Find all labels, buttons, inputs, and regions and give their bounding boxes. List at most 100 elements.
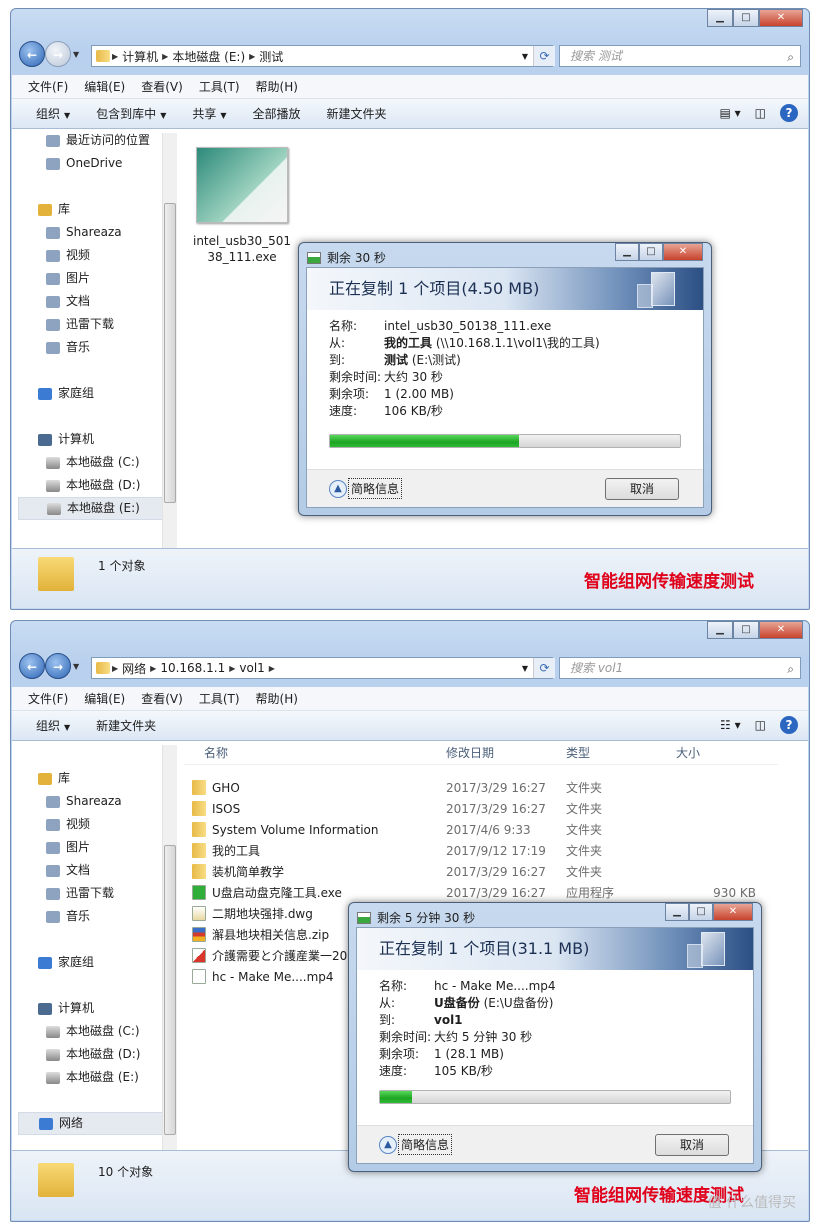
sidebar-item[interactable]: 计算机 — [18, 997, 164, 1020]
menu-item[interactable]: 工具(T) — [199, 78, 240, 95]
sidebar-item[interactable]: 本地磁盘 (D:) — [18, 474, 164, 497]
menu-item[interactable]: 编辑(E) — [84, 690, 125, 707]
toolbar-button[interactable]: 共享 ▼ — [192, 105, 226, 122]
maximize-button[interactable]: □ — [733, 621, 759, 639]
close-button[interactable]: ✕ — [713, 903, 753, 921]
sidebar-item[interactable]: 本地磁盘 (C:) — [18, 1020, 164, 1043]
toolbar-button[interactable]: 包含到库中 ▼ — [96, 105, 166, 122]
menu-item[interactable]: 文件(F) — [28, 78, 68, 95]
minimize-button[interactable]: ▁ — [665, 903, 689, 921]
column-header[interactable]: 修改日期 — [446, 744, 566, 761]
file-row[interactable]: GHO 2017/3/29 16:27 文件夹 — [192, 777, 772, 798]
column-header[interactable]: 类型 — [566, 744, 676, 761]
address-dropdown-icon[interactable]: ▼ — [522, 664, 528, 673]
close-button[interactable]: ✕ — [663, 243, 703, 261]
minimize-button[interactable]: ▁ — [707, 621, 733, 639]
search-input[interactable]: 搜索 vol1 ⌕ — [559, 657, 801, 679]
breadcrumb[interactable]: vol1 — [239, 661, 264, 675]
view-options-icon[interactable]: ☷ ▾ — [720, 718, 741, 732]
less-info-button[interactable]: ▲ 简略信息 — [379, 1134, 453, 1155]
sidebar-item[interactable]: 视频 — [18, 813, 164, 836]
sidebar-item[interactable]: 音乐 — [18, 905, 164, 928]
column-header[interactable]: 名称 — [184, 744, 446, 761]
close-button[interactable]: ✕ — [759, 621, 803, 639]
sidebar-item[interactable]: 图片 — [18, 267, 164, 290]
minimize-button[interactable]: ▁ — [615, 243, 639, 261]
sidebar-item[interactable]: 文档 — [18, 859, 164, 882]
column-header[interactable]: 大小 — [676, 744, 756, 761]
breadcrumb[interactable]: 10.168.1.1 — [160, 661, 225, 675]
menu-item[interactable]: 查看(V) — [141, 690, 183, 707]
source-name[interactable]: 我的工具 — [384, 336, 432, 350]
toolbar-button[interactable]: 组织 ▼ — [36, 105, 70, 122]
refresh-button[interactable]: ⟳ — [533, 658, 555, 678]
sidebar-item[interactable]: OneDrive — [18, 152, 164, 175]
forward-button[interactable]: → — [45, 653, 71, 679]
cancel-button[interactable]: 取消 — [605, 478, 679, 500]
help-icon[interactable]: ? — [780, 716, 798, 734]
sidebar-item[interactable]: 家庭组 — [18, 951, 164, 974]
view-options-icon[interactable]: ▤ ▾ — [719, 106, 740, 120]
sidebar-item[interactable]: 计算机 — [18, 428, 164, 451]
sidebar-item[interactable]: 视频 — [18, 244, 164, 267]
menu-item[interactable]: 编辑(E) — [84, 78, 125, 95]
toolbar-button[interactable]: 组织 ▼ — [36, 717, 70, 734]
sidebar-item[interactable]: 本地磁盘 (E:) — [18, 497, 164, 520]
breadcrumb[interactable]: 计算机 — [122, 48, 158, 65]
source-name[interactable]: U盘备份 — [434, 996, 480, 1010]
menu-item[interactable]: 文件(F) — [28, 690, 68, 707]
minimize-button[interactable]: ▁ — [707, 9, 733, 27]
address-dropdown-icon[interactable]: ▼ — [522, 52, 528, 61]
preview-pane-icon[interactable]: ◫ — [755, 106, 766, 120]
search-input[interactable]: 搜索 测试 ⌕ — [559, 45, 801, 67]
sidebar-item[interactable]: 家庭组 — [18, 382, 164, 405]
sidebar-item[interactable]: 本地磁盘 (E:) — [18, 1066, 164, 1089]
toolbar-button[interactable]: 全部播放 — [253, 105, 301, 122]
menu-item[interactable]: 帮助(H) — [256, 78, 298, 95]
sidebar-item[interactable]: 音乐 — [18, 336, 164, 359]
sidebar-item[interactable]: 本地磁盘 (C:) — [18, 451, 164, 474]
help-icon[interactable]: ? — [780, 104, 798, 122]
refresh-button[interactable]: ⟳ — [533, 46, 555, 66]
sidebar-item[interactable]: 最近访问的位置 — [18, 129, 164, 152]
sidebar-scrollbar[interactable] — [162, 745, 177, 1151]
sidebar-item[interactable]: 库 — [18, 767, 164, 790]
file-row[interactable]: 我的工具 2017/9/12 17:19 文件夹 — [192, 840, 772, 861]
close-button[interactable]: ✕ — [759, 9, 803, 27]
file-item[interactable]: intel_usb30_501 38_111.exe — [192, 147, 292, 265]
preview-pane-icon[interactable]: ◫ — [755, 718, 766, 732]
sidebar-item[interactable]: 迅雷下载 — [18, 313, 164, 336]
back-button[interactable]: ← — [19, 41, 45, 67]
file-row[interactable]: 装机简单教学 2017/3/29 16:27 文件夹 — [192, 861, 772, 882]
file-row[interactable]: System Volume Information 2017/4/6 9:33 文件… — [192, 819, 772, 840]
history-dropdown-icon[interactable]: ▼ — [73, 662, 79, 671]
breadcrumb[interactable]: 测试 — [259, 48, 283, 65]
sidebar-item[interactable]: Shareaza — [18, 221, 164, 244]
sidebar-item[interactable]: 本地磁盘 (D:) — [18, 1043, 164, 1066]
sidebar-item[interactable]: 文档 — [18, 290, 164, 313]
toolbar-button[interactable]: 新建文件夹 — [327, 105, 387, 122]
forward-button[interactable]: → — [45, 41, 71, 67]
sidebar-item[interactable]: 迅雷下载 — [18, 882, 164, 905]
sidebar-item[interactable]: 库 — [18, 198, 164, 221]
history-dropdown-icon[interactable]: ▼ — [73, 50, 79, 59]
toolbar-button[interactable]: 新建文件夹 — [96, 717, 156, 734]
address-bar[interactable]: ▶ 计算机 ▶ 本地磁盘 (E:) ▶ 测试 ▼ — [91, 45, 553, 67]
sidebar-item[interactable]: 图片 — [18, 836, 164, 859]
address-bar[interactable]: ▶ 网络 ▶ 10.168.1.1 ▶ vol1 ▶ ▼ — [91, 657, 553, 679]
sidebar-scrollbar[interactable] — [162, 133, 177, 549]
destination-name[interactable]: 测试 — [384, 353, 408, 367]
file-row[interactable]: U盘启动盘克隆工具.exe 2017/3/29 16:27 应用程序 930 KB — [192, 882, 772, 903]
breadcrumb[interactable]: 网络 — [122, 660, 146, 677]
sidebar-item[interactable]: 网络 — [18, 1112, 164, 1135]
breadcrumb[interactable]: 本地磁盘 (E:) — [172, 48, 245, 65]
menu-item[interactable]: 帮助(H) — [256, 690, 298, 707]
destination-name[interactable]: vol1 — [434, 1013, 463, 1027]
sidebar-item[interactable]: Shareaza — [18, 790, 164, 813]
file-row[interactable]: ISOS 2017/3/29 16:27 文件夹 — [192, 798, 772, 819]
cancel-button[interactable]: 取消 — [655, 1134, 729, 1156]
maximize-button[interactable]: □ — [733, 9, 759, 27]
back-button[interactable]: ← — [19, 653, 45, 679]
less-info-button[interactable]: ▲ 简略信息 — [329, 478, 403, 499]
menu-item[interactable]: 工具(T) — [199, 690, 240, 707]
